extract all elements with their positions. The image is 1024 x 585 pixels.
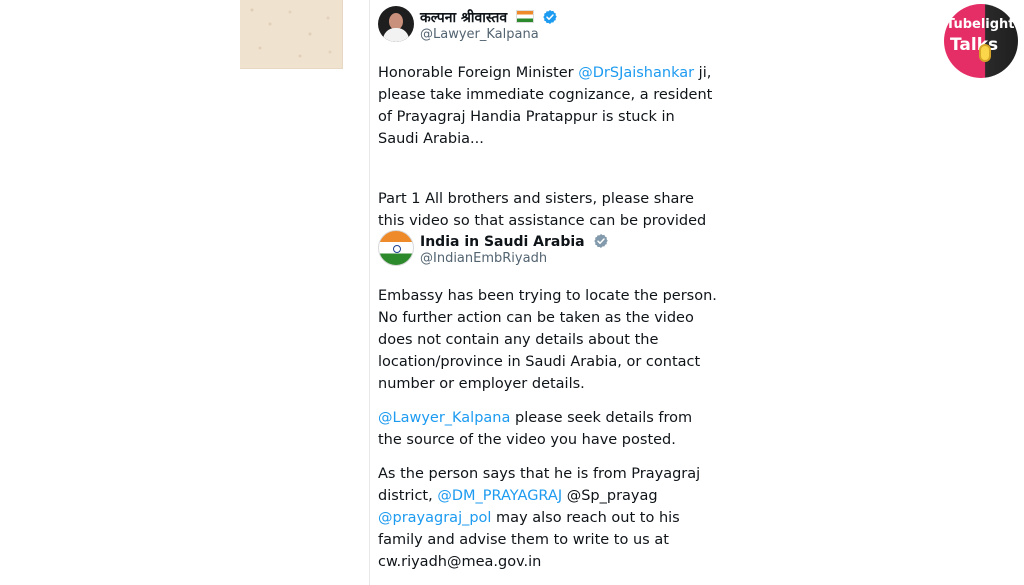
tweet-header: कल्पना श्रीवास्तव @Lawyer_Kalpana xyxy=(378,6,718,46)
tweet: कल्पना श्रीवास्तव @Lawyer_Kalpana Honora… xyxy=(378,6,718,254)
quote-text-para2: @Lawyer_Kalpana please seek details from… xyxy=(378,407,718,451)
author-name[interactable]: कल्पना श्रीवास्तव xyxy=(420,10,507,26)
mention-link[interactable]: @DM_PRAYAGRAJ xyxy=(437,488,562,504)
author-handle[interactable]: @IndianEmbRiyadh xyxy=(420,251,547,266)
tweet-text-para1: Honorable Foreign Minister @DrSJaishanka… xyxy=(378,62,718,150)
tweet-header: India in Saudi Arabia @IndianEmbRiyadh xyxy=(378,230,718,270)
tweet-text: Part 1 All brothers and sisters, please … xyxy=(378,191,707,229)
channel-logo: Tubelight Talks xyxy=(938,0,1024,84)
background-thumbnail xyxy=(240,0,343,69)
quote-text-para3: As the person says that he is from Praya… xyxy=(378,463,718,573)
quote-text-para1: Embassy has been trying to locate the pe… xyxy=(378,288,717,392)
avatar[interactable] xyxy=(378,6,414,42)
verified-badge-icon xyxy=(543,10,558,24)
mention-link[interactable]: @prayagraj_pol xyxy=(378,510,491,526)
tweet-text: Honorable Foreign Minister xyxy=(378,65,579,81)
mention-link[interactable]: @DrSJaishankar xyxy=(578,65,694,81)
avatar-body xyxy=(383,28,409,42)
quote-text: @Sp_prayag xyxy=(562,488,658,504)
quoted-tweet: India in Saudi Arabia @IndianEmbRiyadh E… xyxy=(378,230,718,573)
avatar[interactable] xyxy=(378,230,414,266)
logo-text-line1: Tubelight xyxy=(946,17,1015,32)
mention-link[interactable]: @Lawyer_Kalpana xyxy=(378,410,510,426)
ashoka-chakra-icon xyxy=(393,245,401,253)
column-border xyxy=(369,0,370,585)
microphone-icon xyxy=(979,44,991,62)
author-name-row: India in Saudi Arabia xyxy=(420,231,609,250)
author-name-row: कल्पना श्रीवास्तव xyxy=(420,7,558,27)
author-name[interactable]: India in Saudi Arabia xyxy=(420,234,585,250)
verified-badge-icon xyxy=(593,234,608,248)
author-handle[interactable]: @Lawyer_Kalpana xyxy=(420,27,539,42)
india-flag-icon xyxy=(516,10,535,23)
